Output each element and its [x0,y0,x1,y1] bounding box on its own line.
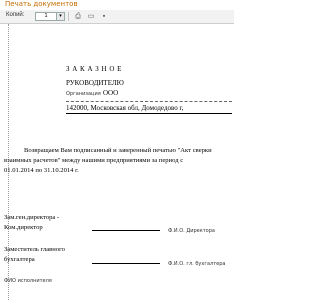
recipient-address: 142000, Московская обл, Домодедово г, [66,104,184,112]
organization-underline [66,101,232,102]
document-heading: З А К А З Н О Е [66,65,122,73]
signer2-caption: Ф.И.О. гл. бухгалтера [168,261,226,267]
recipient-title: РУКОВОДИТЕЛЮ [66,79,124,87]
body-line-3: 01.01.2014 по 31.10.2014 г. [4,167,79,174]
save-icon[interactable]: ▪ [98,11,110,23]
address-underline [66,113,232,114]
signer1-caption: Ф.И.О. Директора [168,228,215,234]
copies-label: Копий: [6,12,25,18]
signer1-signature-line [92,230,160,231]
body-line-2: взаимных расчетов" между нашими предприя… [4,157,184,164]
organization-label: Организация [66,91,101,97]
body-line-1: Возвращаем Вам подписанный и заверенный … [24,147,212,154]
printer-icon[interactable]: ⎙ [72,11,84,23]
organization-value: ООО [103,89,119,97]
signer2-role-line-1: Заместитель главного [4,246,65,253]
print-toolbar: Копий: 1 ▾ ⎙ ▭ ▪ [0,10,234,24]
toolbar-separator [68,12,69,21]
executor-label: ФИО исполнителя [4,278,52,284]
window-title: Печать документов [5,0,78,8]
copies-input[interactable]: 1 [35,12,57,21]
signer1-role-line-2: Ком.директор [4,224,43,231]
copies-dropdown-icon[interactable]: ▾ [56,12,65,21]
signer2-signature-line [92,263,160,264]
signer1-role-line-1: Зам.ген.директора - [4,214,60,221]
document-page: З А К А З Н О Е РУКОВОДИТЕЛЮ Организация… [0,24,234,300]
preview-icon[interactable]: ▭ [85,11,97,23]
signer2-role-line-2: бухгалтера [4,256,35,263]
window-titlebar: Печать документов [0,0,234,10]
